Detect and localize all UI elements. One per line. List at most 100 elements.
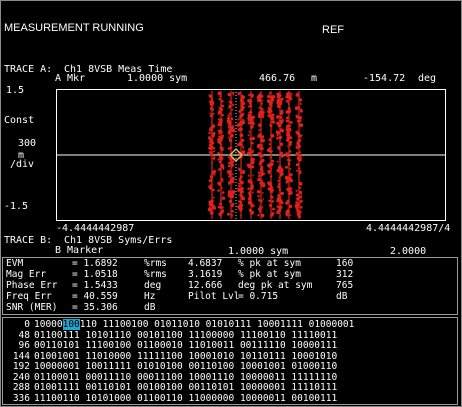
trace-point — [247, 187, 250, 191]
trace-point — [270, 195, 272, 197]
eye-diagram-plot[interactable] — [56, 89, 446, 221]
trace-point — [217, 137, 222, 142]
trace-point — [299, 116, 302, 119]
trace-point — [270, 134, 274, 138]
trace-point — [247, 201, 250, 204]
trace-point — [221, 113, 224, 117]
symbol-bits: 01001111 00110101 00100100 00110101 1000… — [34, 382, 343, 393]
trace-point — [258, 172, 261, 175]
trace-point — [296, 92, 299, 95]
trace-point — [257, 214, 260, 217]
symbol-bits: 01100111 10101110 00101100 11100000 1110… — [34, 329, 343, 341]
trace-point — [289, 168, 292, 170]
trace-point — [260, 128, 262, 131]
trace-point — [278, 182, 281, 186]
trace-point — [284, 175, 289, 180]
y-axis-bottom: -1.5 — [4, 201, 29, 212]
trace-point — [241, 196, 246, 201]
trace-point — [269, 109, 273, 113]
trace-point — [240, 126, 242, 129]
trace-point — [259, 160, 263, 164]
trace-point — [231, 117, 234, 121]
trace-point — [287, 192, 290, 195]
trace-point — [281, 128, 284, 132]
trace-point — [212, 196, 215, 199]
trace-point — [221, 177, 224, 180]
trace-point — [280, 99, 282, 102]
error-unit: dB — [144, 302, 156, 313]
trace-point — [209, 114, 213, 118]
trace-point — [210, 175, 214, 179]
trace-point — [269, 101, 273, 106]
trace-point — [250, 100, 253, 103]
trace-point — [258, 106, 261, 109]
trace-point — [249, 104, 253, 108]
trace-point — [300, 194, 303, 196]
trace-point — [211, 172, 214, 176]
error-name: EVM — [6, 258, 24, 269]
trace-point — [251, 204, 255, 208]
trace-point — [208, 151, 212, 154]
trace-point — [288, 129, 292, 132]
error-val: = 1.0518 — [72, 269, 118, 280]
x-axis-left: -4.4444442987 — [56, 223, 135, 234]
trace-point — [209, 100, 214, 105]
error-row: SNR (MER) = 35.306 dB — [6, 303, 456, 314]
trace-point — [276, 136, 279, 140]
symbol-table: 0 10000100110 11100100 01011010 01010111 … — [4, 319, 454, 404]
error-name: Mag Err — [6, 269, 47, 280]
error-val: = 40.559 — [72, 291, 118, 302]
trace-point — [212, 150, 215, 153]
trace-point — [241, 95, 245, 99]
trace-point — [289, 143, 292, 146]
trace-point — [288, 150, 292, 153]
trace-point — [209, 95, 213, 99]
trace-point — [285, 124, 290, 129]
trace-point — [217, 118, 220, 121]
trace-point — [258, 207, 262, 211]
error-pk_text: deg pk at sym — [238, 280, 313, 291]
trace-point — [295, 114, 298, 117]
trace-point — [221, 191, 225, 194]
trace-point — [299, 145, 302, 148]
trace-a-marker-x: 1.0000 sym — [127, 73, 188, 84]
trace-point — [258, 174, 261, 178]
trace-point — [250, 211, 254, 215]
trace-point — [262, 198, 265, 200]
trace-point — [298, 119, 302, 123]
trace-point — [209, 211, 214, 215]
trace-point — [298, 97, 301, 100]
trace-point — [227, 114, 230, 117]
trace-point — [261, 99, 264, 102]
trace-point — [220, 205, 223, 208]
trace-point — [247, 116, 251, 121]
trace-point — [249, 209, 252, 212]
trace-point — [280, 154, 285, 158]
trace-point — [219, 199, 222, 202]
trace-point — [228, 138, 233, 143]
trace-point — [228, 112, 231, 115]
trace-point — [250, 125, 254, 129]
trace-point — [228, 106, 231, 109]
trace-point — [276, 98, 280, 102]
trace-point — [239, 206, 243, 210]
trace-point — [295, 193, 299, 197]
symbol-cursor[interactable]: 100 — [62, 319, 80, 330]
symbol-index: 0 — [24, 319, 30, 330]
trace-point — [269, 203, 273, 208]
trace-point — [268, 182, 273, 187]
trace-b-label: TRACE B: — [4, 235, 53, 246]
trace-point — [213, 156, 216, 158]
trace-point — [269, 117, 272, 120]
trace-point — [252, 191, 254, 194]
trace-point — [221, 179, 223, 182]
trace-point — [296, 140, 300, 144]
trace-point — [277, 185, 281, 189]
trace-point — [299, 108, 303, 112]
trace-point — [208, 179, 212, 183]
error-pk: 3.1619 — [188, 269, 223, 280]
y-axis-per-div: /div — [10, 159, 35, 170]
error-unit: %rms — [144, 269, 167, 280]
trace-point — [285, 165, 288, 169]
trace-point — [271, 113, 275, 117]
